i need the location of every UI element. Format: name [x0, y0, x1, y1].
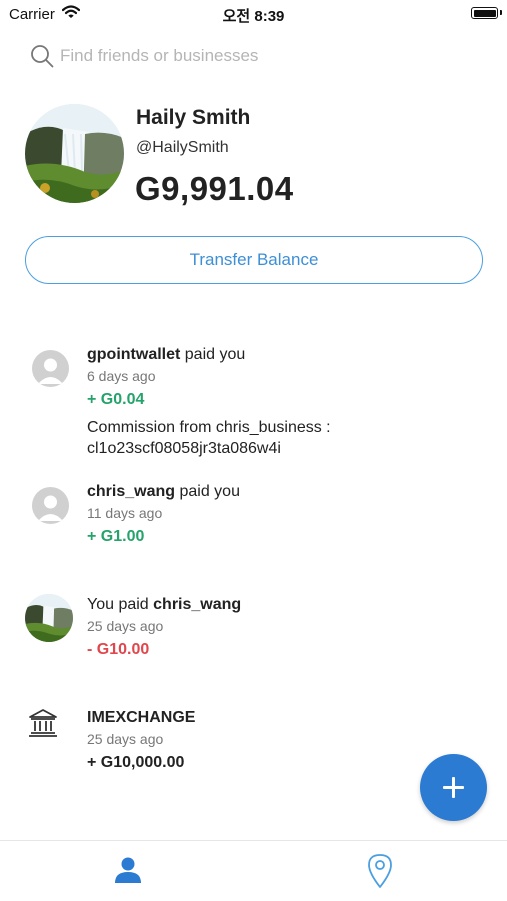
- add-button[interactable]: [420, 754, 487, 821]
- person-icon: [115, 857, 141, 883]
- feed-title: IMEXCHANGE: [87, 709, 195, 727]
- default-avatar: [32, 487, 69, 524]
- feed-time: 25 days ago: [87, 618, 164, 634]
- search-bar[interactable]: [30, 42, 470, 72]
- battery-cap: [500, 10, 502, 15]
- feed-user: IMEXCHANGE: [87, 709, 196, 726]
- profile-handle: @HailySmith: [136, 139, 229, 156]
- battery-icon: [471, 7, 498, 19]
- feed-action: paid you: [184, 346, 246, 363]
- feed-time: 6 days ago: [87, 368, 156, 384]
- clock: 오전 8:39: [222, 8, 285, 25]
- feed-note-line: cl1o23scf08058jr3ta086w4i: [87, 440, 281, 457]
- bank-icon: [29, 709, 57, 737]
- tab-location[interactable]: [360, 849, 400, 893]
- feed-action: paid you: [179, 483, 240, 500]
- feed-user: chris_wang: [87, 483, 176, 500]
- search-icon: [31, 45, 54, 68]
- feed-amount: + G1.00: [87, 528, 145, 545]
- feed-note-line: Commission from chris_business :: [87, 419, 331, 436]
- search-input[interactable]: [60, 42, 460, 70]
- feed-time: 25 days ago: [87, 731, 164, 747]
- feed-amount: + G10,000.00: [87, 754, 185, 771]
- user-avatar: [25, 594, 73, 642]
- feed-time: 11 days ago: [87, 505, 163, 521]
- tab-profile[interactable]: [108, 851, 148, 891]
- default-avatar: [32, 350, 69, 387]
- balance-amount: G9,991.04: [135, 170, 294, 207]
- status-bar: Carrier 오전 8:39: [0, 0, 507, 28]
- feed-title: chris_wang paid you: [87, 483, 240, 501]
- location-pin-icon: [368, 854, 392, 888]
- profile-avatar[interactable]: [25, 104, 124, 203]
- feed-note: Commission from chris_business : cl1o23s…: [87, 417, 467, 459]
- transfer-balance-button[interactable]: Transfer Balance: [25, 236, 483, 284]
- plus-icon-stroke: [452, 777, 455, 798]
- feed-user: gpointwallet: [87, 346, 181, 363]
- feed-prefix: You paid: [87, 596, 149, 613]
- tab-bar: [0, 840, 507, 901]
- feed-amount: + G0.04: [87, 391, 145, 408]
- waterfall-photo: [25, 104, 124, 203]
- profile-name: Haily Smith: [136, 106, 251, 129]
- feed-user: chris_wang: [153, 596, 242, 613]
- feed-title: You paid chris_wang: [87, 596, 241, 614]
- feed-amount: - G10.00: [87, 641, 150, 658]
- feed-title: gpointwallet paid you: [87, 346, 245, 364]
